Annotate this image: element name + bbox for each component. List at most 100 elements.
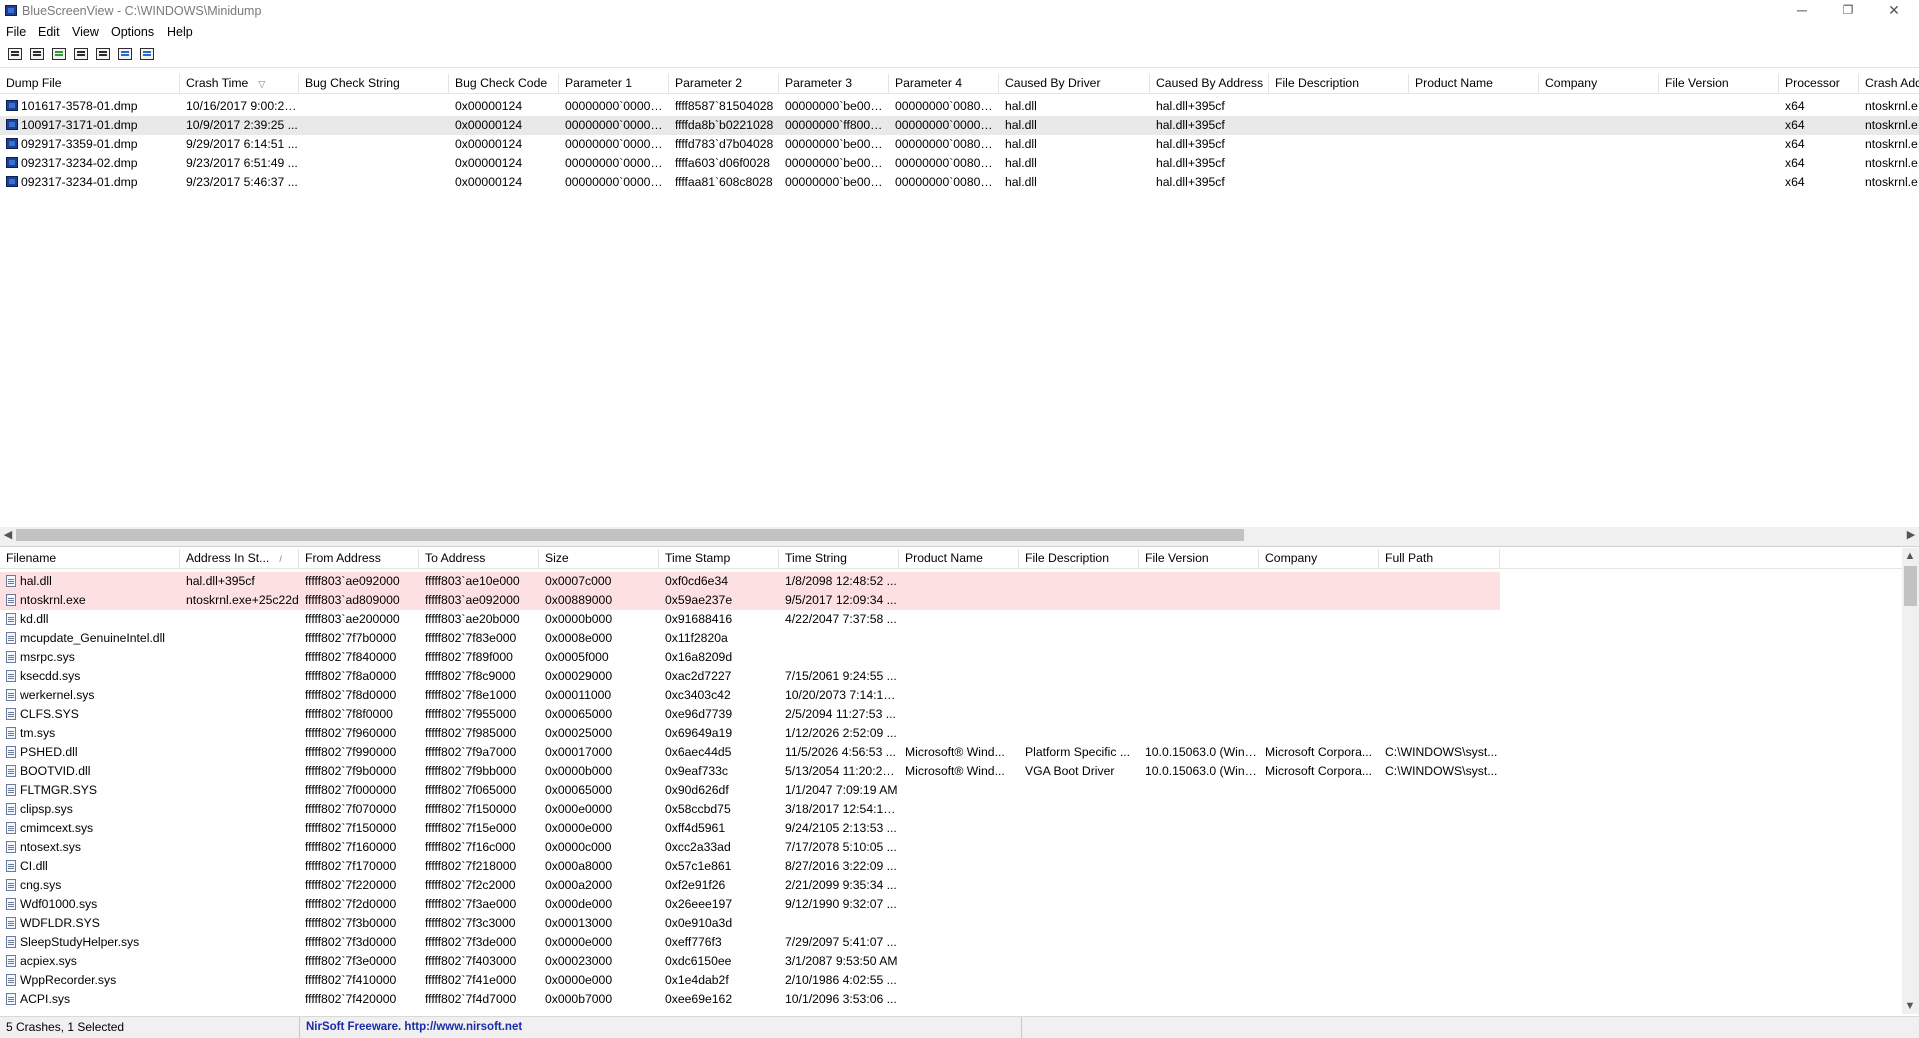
driver-row[interactable]: FLTMGR.SYS fffff802`7f000000 fffff802`7f06… [0, 781, 1919, 800]
horizontal-scroll-thumb[interactable] [16, 529, 1244, 541]
column-header[interactable]: Dump File [0, 74, 180, 93]
cell: 7/29/2097 5:41:07 ... [785, 935, 897, 949]
driver-row[interactable]: mcupdate_GenuineIntel.dll fffff802`7f7b00… [0, 629, 1919, 648]
column-header[interactable]: Parameter 4 [889, 74, 999, 93]
menu-file[interactable]: File [6, 25, 26, 39]
column-header[interactable]: File Description [1019, 549, 1139, 568]
driver-row[interactable]: werkernel.sys fffff802`7f8d0000 fffff802`7… [0, 686, 1919, 705]
driver-row[interactable]: hal.dll hal.dll+395cf fffff803`ae092000 fff… [0, 572, 1500, 591]
driver-row[interactable]: BOOTVID.dll fffff802`7f9b0000 fffff802`7f9… [0, 762, 1919, 781]
column-header[interactable]: File Version [1139, 549, 1259, 568]
cell: x64 [1785, 156, 1805, 170]
driver-list-header: Filename Address In St... / From Address To … [0, 549, 1919, 569]
driver-row[interactable]: clipsp.sys fffff802`7f070000 fffff802`7f15… [0, 800, 1919, 819]
driver-row[interactable]: WppRecorder.sys fffff802`7f410000 fffff802… [0, 971, 1919, 990]
column-header[interactable]: Parameter 3 [779, 74, 889, 93]
restore-button[interactable]: ❐ [1825, 0, 1871, 22]
column-header[interactable]: Bug Check Code [449, 74, 559, 93]
scroll-right-icon[interactable]: ▶ [1903, 527, 1919, 543]
column-header[interactable]: Processor [1779, 74, 1859, 93]
column-header[interactable]: Caused By Driver [999, 74, 1150, 93]
menu-help[interactable]: Help [167, 25, 193, 39]
driver-filename: BOOTVID.dll [0, 762, 180, 781]
column-header[interactable]: Size [539, 549, 659, 568]
cell [1259, 572, 1379, 591]
column-header[interactable]: Time String [779, 549, 899, 568]
column-header[interactable]: Product Name [899, 549, 1019, 568]
find-icon[interactable] [117, 46, 133, 62]
driver-row[interactable]: ntosext.sys fffff802`7f160000 fffff802`7f1… [0, 838, 1919, 857]
driver-filename-label: hal.dll [20, 574, 52, 588]
column-header[interactable]: Full Path [1379, 549, 1500, 568]
cell: 0xc3403c42 [665, 688, 731, 702]
scroll-left-icon[interactable]: ◀ [0, 527, 16, 543]
driver-row[interactable]: cng.sys fffff802`7f220000 fffff802`7f2c200… [0, 876, 1919, 895]
cell: fffff802`7f8d0000 [305, 688, 397, 702]
cell [1379, 648, 1500, 667]
minimize-button[interactable]: ─ [1779, 0, 1825, 22]
cell: 10/20/2073 7:14:10... [785, 688, 899, 702]
column-header[interactable]: Address In St... / [180, 549, 299, 568]
column-header[interactable]: Caused By Address [1150, 74, 1269, 93]
cell: ntoskrnl.exe+25c22d [186, 593, 299, 607]
cell [899, 648, 1019, 667]
driver-row[interactable]: acpiex.sys fffff802`7f3e0000 fffff802`7f40… [0, 952, 1919, 971]
crash-row[interactable]: 092317-3234-02.dmp 9/23/2017 6:51:49 ... 0… [0, 154, 1919, 173]
column-header[interactable]: File Version [1659, 74, 1779, 93]
driver-row[interactable]: PSHED.dll fffff802`7f990000 fffff802`7f9a7… [0, 743, 1919, 762]
column-header[interactable]: Company [1259, 549, 1379, 568]
driver-row[interactable]: ACPI.sys fffff802`7f420000 fffff802`7f4d70… [0, 990, 1919, 1009]
column-header[interactable]: Company [1539, 74, 1659, 93]
driver-row[interactable]: tm.sys fffff802`7f960000 fffff802`7f985000… [0, 724, 1919, 743]
menu-options[interactable]: Options [111, 25, 154, 39]
driver-row[interactable]: ntoskrnl.exe ntoskrnl.exe+25c22d fffff803`… [0, 591, 1500, 610]
cell: 0x1e4dab2f [665, 973, 729, 987]
save-icon[interactable] [29, 46, 45, 62]
driver-row[interactable]: CI.dll fffff802`7f170000 fffff802`7f218000… [0, 857, 1919, 876]
driver-row[interactable]: CLFS.SYS fffff802`7f8f0000 fffff802`7f9550… [0, 705, 1919, 724]
scroll-up-icon[interactable]: ▲ [1902, 548, 1918, 564]
driver-row[interactable]: kd.dll fffff803`ae200000 fffff803`ae20b000… [0, 610, 1919, 629]
column-header[interactable]: Parameter 1 [559, 74, 669, 93]
properties-icon[interactable] [7, 46, 23, 62]
column-header[interactable]: Filename [0, 549, 180, 568]
column-header[interactable]: Time Stamp [659, 549, 779, 568]
close-button[interactable]: ✕ [1871, 0, 1917, 22]
crash-row[interactable]: 092917-3359-01.dmp 9/29/2017 6:14:51 ... 0… [0, 135, 1919, 154]
cell: fffff802`7f7b0000 [305, 631, 397, 645]
driver-row[interactable]: Wdf01000.sys fffff802`7f2d0000 fffff802`7f… [0, 895, 1919, 914]
vertical-scroll-thumb[interactable] [1904, 566, 1917, 606]
crash-row[interactable]: 100917-3171-01.dmp 10/9/2017 2:39:25 ... 0… [0, 116, 1919, 135]
driver-row[interactable]: cmimcext.sys fffff802`7f150000 fffff802`7f… [0, 819, 1919, 838]
cell [1659, 97, 1779, 116]
driver-row[interactable]: SleepStudyHelper.sys fffff802`7f3d0000 fff… [0, 933, 1919, 952]
cell: 0x0000e000 [545, 935, 613, 949]
menu-view[interactable]: View [72, 25, 99, 39]
pane-splitter[interactable] [0, 543, 1919, 547]
driver-row[interactable]: WDFLDR.SYS fffff802`7f3b0000 fffff802`7f3c… [0, 914, 1919, 933]
copy-icon[interactable] [73, 46, 89, 62]
nirsoft-link[interactable]: NirSoft Freeware. http://www.nirsoft.net [300, 1017, 1022, 1038]
column-header[interactable]: Product Name [1409, 74, 1539, 93]
refresh-icon[interactable] [51, 46, 67, 62]
column-header[interactable]: To Address [419, 549, 539, 568]
crash-row[interactable]: 092317-3234-01.dmp 9/23/2017 5:46:37 ... 0… [0, 173, 1919, 192]
column-header[interactable]: From Address [299, 549, 419, 568]
crash-row[interactable]: 101617-3578-01.dmp 10/16/2017 9:00:20... 0… [0, 97, 1919, 116]
scroll-down-icon[interactable]: ▼ [1902, 998, 1918, 1014]
vertical-scrollbar[interactable]: ▲ ▼ [1902, 548, 1919, 1014]
column-header[interactable]: Crash Time ▽ [180, 74, 299, 93]
cell: 2/10/1986 4:02:55 ... [785, 973, 897, 987]
menu-edit[interactable]: Edit [38, 25, 60, 39]
horizontal-scrollbar[interactable]: ◀ ▶ [0, 527, 1919, 543]
html-report-icon[interactable] [95, 46, 111, 62]
column-header[interactable]: Bug Check String [299, 74, 449, 93]
cell [1659, 154, 1779, 173]
column-header[interactable]: Parameter 2 [669, 74, 779, 93]
column-header[interactable]: Crash Address [1859, 74, 1919, 93]
column-header[interactable]: File Description [1269, 74, 1409, 93]
exit-icon[interactable] [139, 46, 155, 62]
driver-row[interactable]: ksecdd.sys fffff802`7f8a0000 fffff802`7f8c… [0, 667, 1919, 686]
cell: hal.dll [1005, 175, 1037, 189]
driver-row[interactable]: msrpc.sys fffff802`7f840000 fffff802`7f89f… [0, 648, 1919, 667]
